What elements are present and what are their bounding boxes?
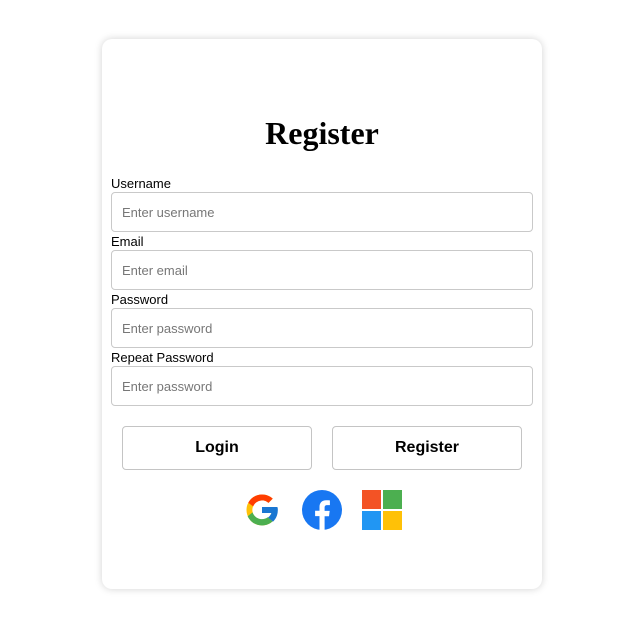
repeat-password-label: Repeat Password — [111, 350, 214, 365]
social-login-row — [102, 490, 542, 530]
microsoft-icon — [362, 490, 402, 530]
microsoft-login-button[interactable] — [362, 490, 402, 530]
facebook-icon — [302, 490, 342, 530]
register-button[interactable]: Register — [332, 426, 522, 470]
register-card: Register Username Email Password Repeat … — [102, 39, 542, 589]
email-field[interactable] — [111, 250, 533, 290]
username-field[interactable] — [111, 192, 533, 232]
login-button[interactable]: Login — [122, 426, 312, 470]
password-field[interactable] — [111, 308, 533, 348]
email-label: Email — [111, 234, 144, 249]
google-icon — [246, 494, 279, 526]
page-title: Register — [265, 115, 379, 151]
facebook-login-button[interactable] — [302, 490, 342, 530]
repeat-password-field[interactable] — [111, 366, 533, 406]
password-label: Password — [111, 292, 169, 307]
username-label: Username — [111, 176, 171, 191]
google-login-button[interactable] — [242, 490, 282, 530]
